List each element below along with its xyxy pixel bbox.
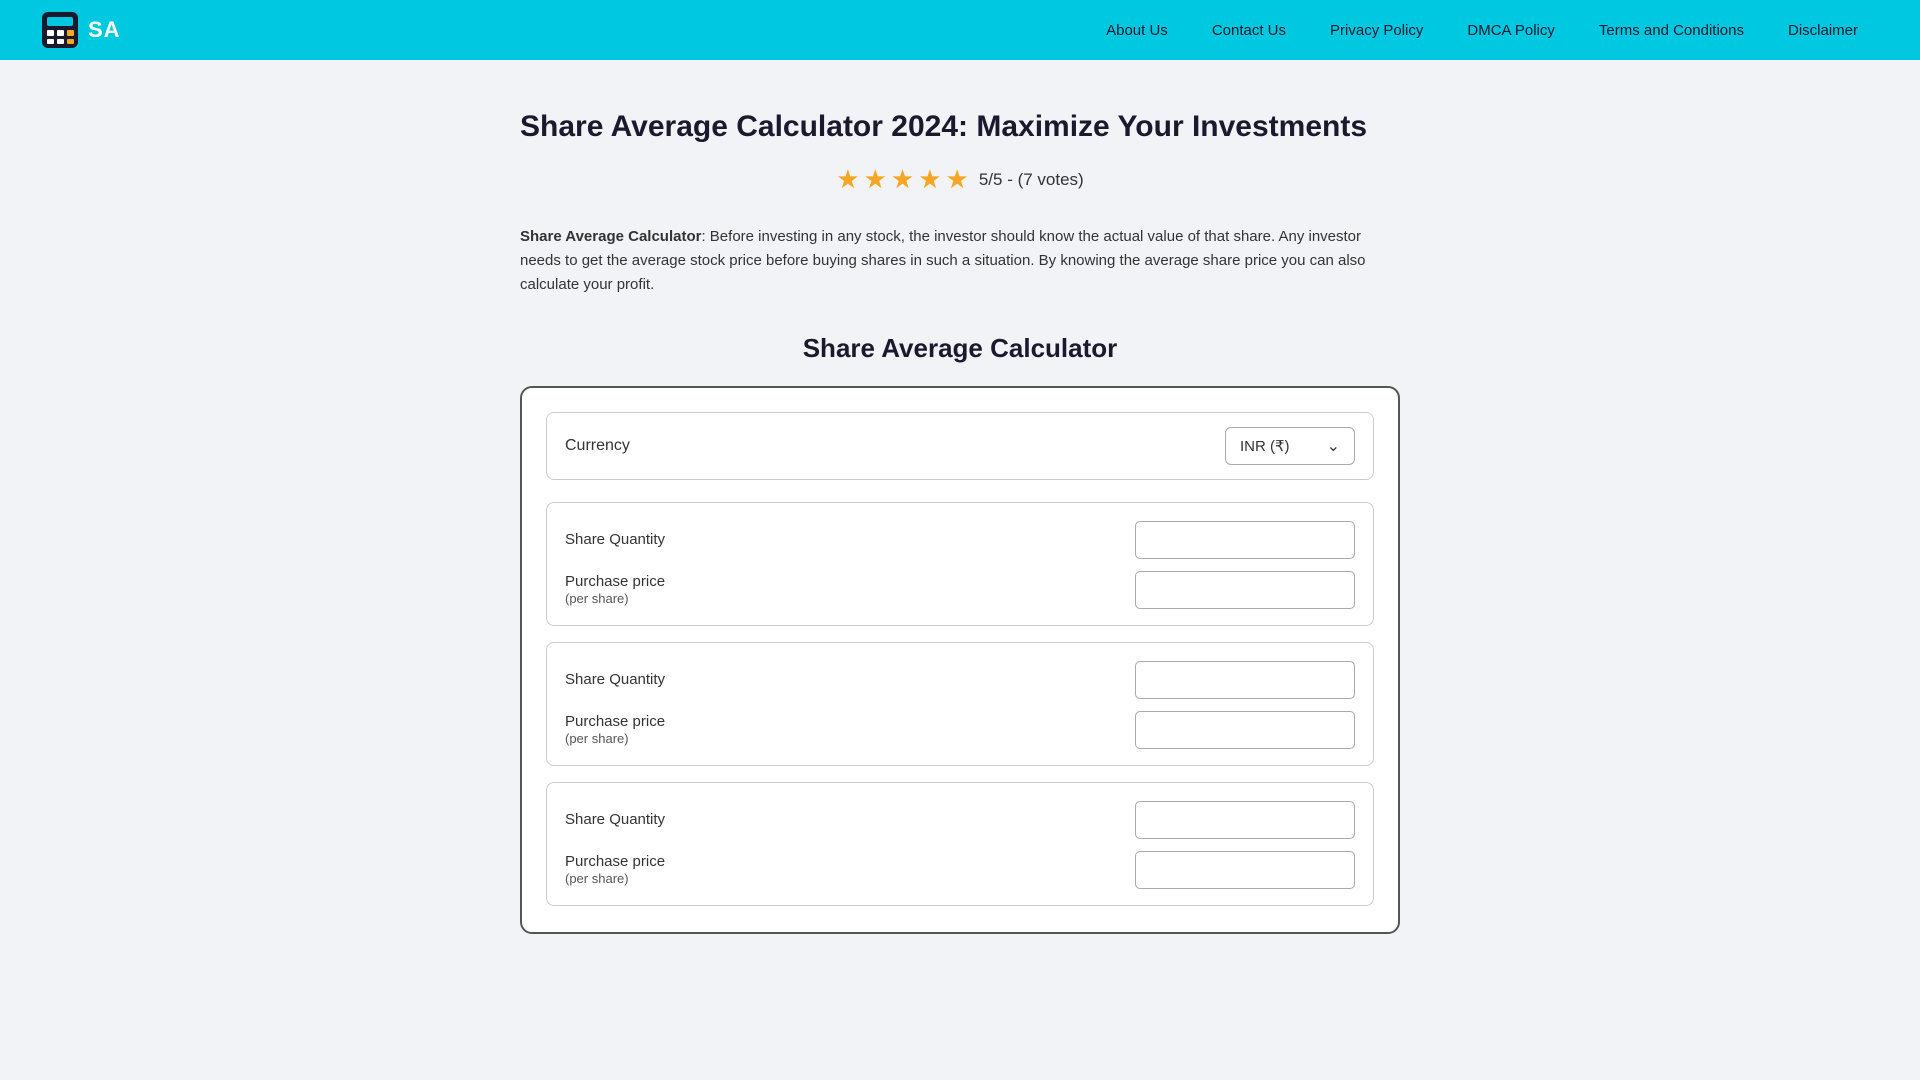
entry-block-1: Share Quantity Purchase price (per share…: [546, 502, 1374, 626]
logo[interactable]: SACALCULATOR: [40, 10, 281, 50]
rating-text: 5/5 - (7 votes): [979, 170, 1084, 190]
qty-label-3: Share Quantity: [565, 810, 665, 830]
qty-row-2: Share Quantity: [565, 661, 1355, 699]
star-3: ★: [891, 164, 914, 195]
star-5: ★: [946, 164, 969, 195]
rating-area: ★ ★ ★ ★ ★ 5/5 - (7 votes): [520, 164, 1400, 195]
qty-label-1: Share Quantity: [565, 530, 665, 550]
entry-block-2: Share Quantity Purchase price (per share…: [546, 642, 1374, 766]
calc-section-title: Share Average Calculator: [520, 333, 1400, 364]
currency-value: INR (₹): [1240, 437, 1290, 455]
price-input-1[interactable]: [1135, 571, 1355, 609]
price-input-2[interactable]: [1135, 711, 1355, 749]
qty-input-2[interactable]: [1135, 661, 1355, 699]
price-label-2: Purchase price (per share): [565, 712, 665, 748]
logo-icon: [40, 10, 80, 50]
nav-dmca[interactable]: DMCA Policy: [1445, 22, 1577, 39]
nav-privacy[interactable]: Privacy Policy: [1308, 22, 1445, 39]
nav-contact[interactable]: Contact Us: [1190, 22, 1308, 39]
chevron-down-icon: ⌄: [1327, 436, 1340, 456]
currency-label: Currency: [565, 437, 630, 455]
nav-terms[interactable]: Terms and Conditions: [1577, 22, 1766, 39]
qty-row-3: Share Quantity: [565, 801, 1355, 839]
star-4: ★: [918, 164, 941, 195]
stars: ★ ★ ★ ★ ★: [836, 164, 969, 195]
qty-row-1: Share Quantity: [565, 521, 1355, 559]
price-row-1: Purchase price (per share): [565, 571, 1355, 609]
price-row-3: Purchase price (per share): [565, 851, 1355, 889]
currency-select[interactable]: INR (₹) ⌄: [1225, 427, 1355, 465]
star-1: ★: [836, 164, 859, 195]
qty-input-1[interactable]: [1135, 521, 1355, 559]
nav-disclaimer[interactable]: Disclaimer: [1766, 22, 1880, 39]
logo-text: SACALCULATOR: [88, 17, 281, 43]
price-label-3: Purchase price (per share): [565, 852, 665, 888]
main-nav: About Us Contact Us Privacy Policy DMCA …: [1084, 22, 1880, 39]
qty-input-3[interactable]: [1135, 801, 1355, 839]
page-title: Share Average Calculator 2024: Maximize …: [520, 110, 1400, 144]
calculator-card: Currency INR (₹) ⌄ Share Quantity Purcha…: [520, 386, 1400, 934]
intro-text: Share Average Calculator: Before investi…: [520, 225, 1400, 297]
content-wrapper: Share Average Calculator 2024: Maximize …: [500, 60, 1420, 994]
star-2: ★: [864, 164, 887, 195]
entry-block-3: Share Quantity Purchase price (per share…: [546, 782, 1374, 906]
nav-about[interactable]: About Us: [1084, 22, 1190, 39]
price-label-1: Purchase price (per share): [565, 572, 665, 608]
qty-label-2: Share Quantity: [565, 670, 665, 690]
currency-row: Currency INR (₹) ⌄: [546, 412, 1374, 480]
price-row-2: Purchase price (per share): [565, 711, 1355, 749]
header: SACALCULATOR About Us Contact Us Privacy…: [0, 0, 1920, 60]
price-input-3[interactable]: [1135, 851, 1355, 889]
